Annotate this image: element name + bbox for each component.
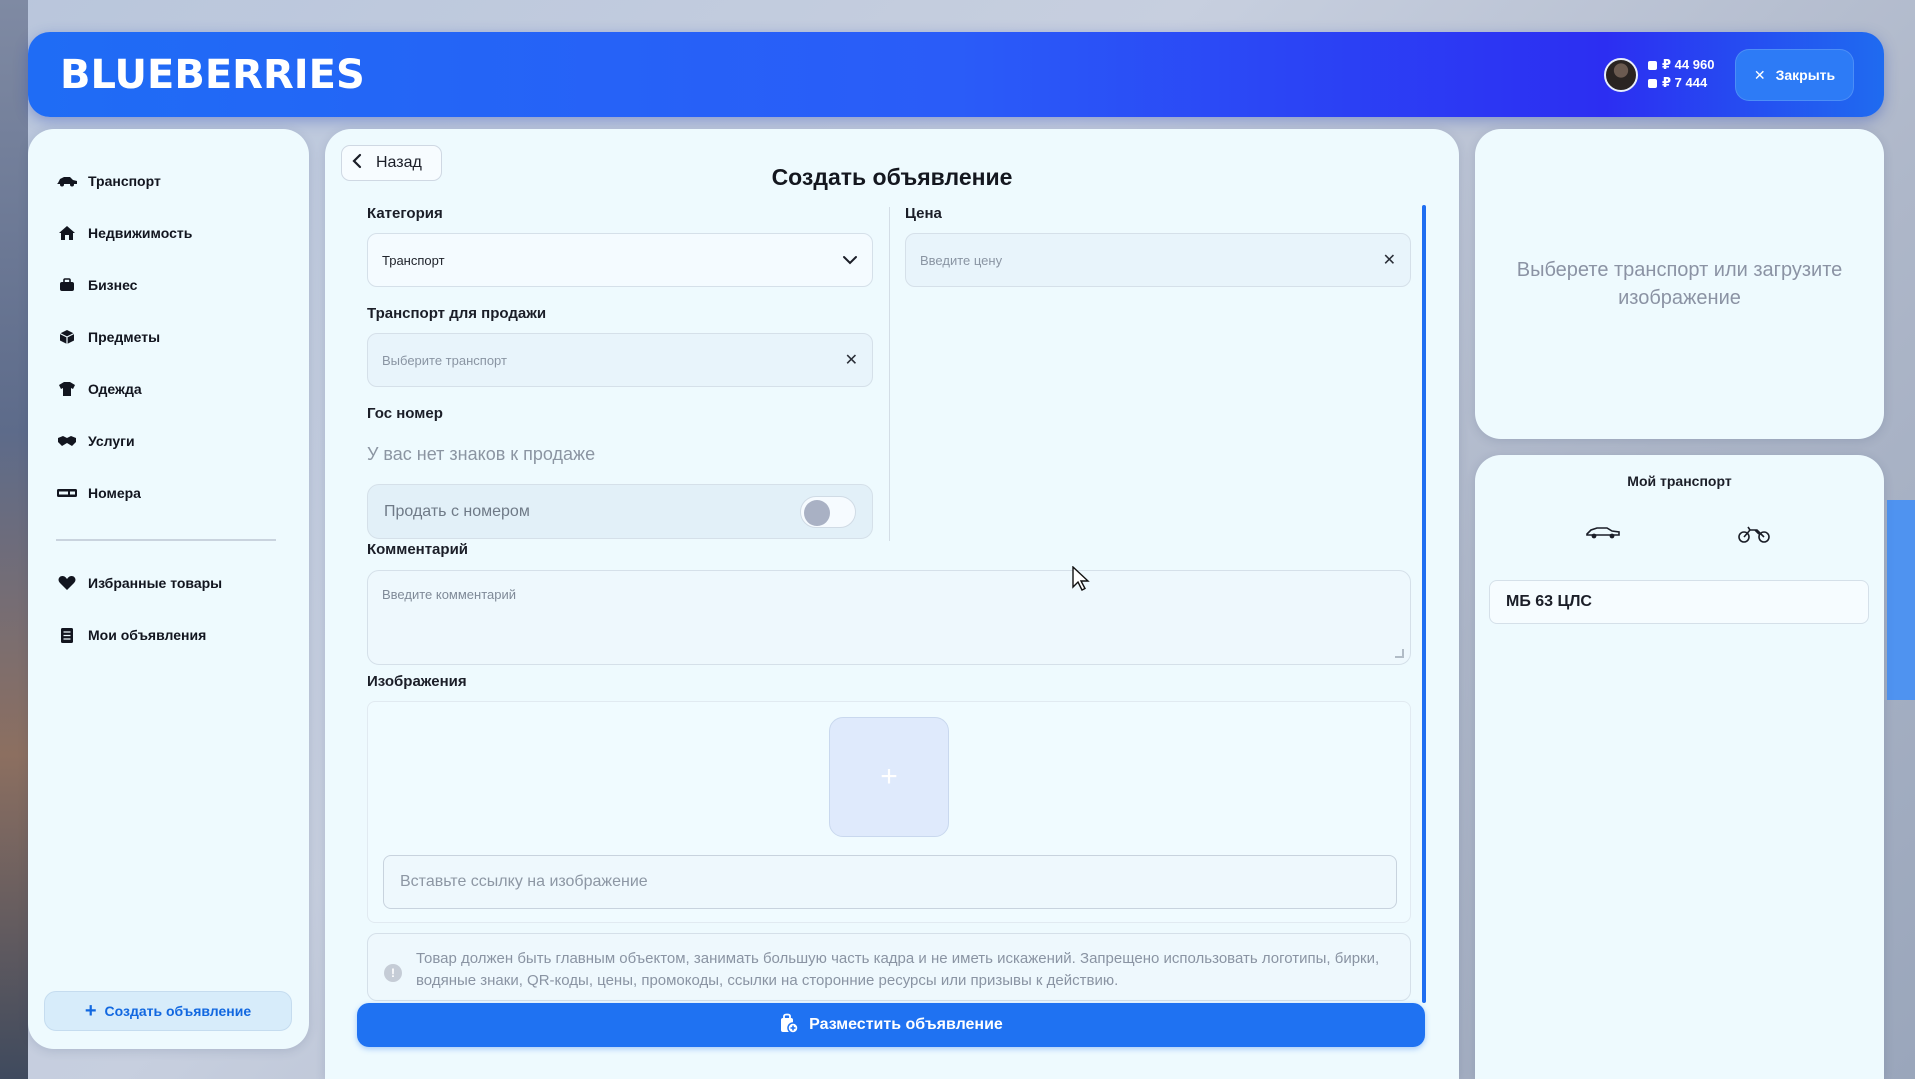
car-icon[interactable]: [1585, 525, 1621, 544]
close-icon: ✕: [1753, 66, 1766, 83]
notice-text: Товар должен быть главным объектом, зани…: [416, 950, 1380, 989]
balance-primary-row: ₽ 44 960: [1648, 56, 1714, 74]
clear-icon[interactable]: ✕: [1383, 250, 1396, 270]
my-vehicles-title: Мой транспорт: [1627, 473, 1732, 489]
images-label: Изображения: [367, 673, 467, 690]
image-url-input[interactable]: Вставьте ссылку на изображение: [383, 855, 1397, 909]
sidebar-item-label: Избранные товары: [88, 575, 223, 591]
image-rules-notice: ! Товар должен быть главным объектом, за…: [367, 933, 1411, 1001]
plus-icon: +: [880, 760, 898, 793]
mouse-cursor-icon: [1072, 565, 1090, 597]
list-icon: [56, 626, 78, 644]
images-area: + Вставьте ссылку на изображение: [367, 701, 1411, 923]
sell-with-plate-toggle[interactable]: [800, 495, 856, 528]
comment-label: Комментарий: [367, 541, 469, 558]
sidebar-item-label: Номера: [88, 485, 141, 501]
info-icon: !: [384, 964, 402, 982]
toggle-knob: [804, 499, 830, 526]
vehicle-label: Транспорт для продажи: [367, 305, 547, 322]
image-preview: Выберете транспорт или загрузите изображ…: [1475, 129, 1884, 439]
heart-icon: [56, 574, 78, 592]
handshake-icon: [56, 432, 78, 450]
car-icon: [56, 172, 78, 190]
motorcycle-icon[interactable]: [1737, 525, 1771, 548]
clear-icon[interactable]: ✕: [845, 350, 858, 370]
sidebar-item-label: Транспорт: [88, 173, 161, 189]
sidebar-item-label: Мои объявления: [88, 627, 207, 643]
sidebar-item-business[interactable]: Бизнес: [56, 259, 286, 311]
resize-handle-icon[interactable]: [1395, 649, 1404, 658]
category-select[interactable]: Транспорт: [367, 233, 873, 287]
sidebar-item-items[interactable]: Предметы: [56, 311, 286, 363]
sidebar-item-favorites[interactable]: Избранные товары: [56, 557, 286, 609]
vehicle-plate: МБ 63 ЦЛС: [1506, 593, 1592, 610]
sidebar-item-my-ads[interactable]: Мои объявления: [56, 609, 286, 661]
price-placeholder: Введите цену: [920, 252, 1003, 268]
category-value: Транспорт: [382, 252, 445, 268]
comment-placeholder: Введите комментарий: [382, 587, 517, 602]
sidebar-item-label: Недвижимость: [88, 225, 193, 241]
create-listing-button[interactable]: + Создать объявление: [44, 991, 292, 1031]
sidebar-item-transport[interactable]: Транспорт: [56, 155, 286, 207]
plate-label: Гос номер: [367, 405, 443, 422]
page-title: Создать объявление: [771, 164, 1013, 190]
sidebar-item-plates[interactable]: Номера: [56, 467, 286, 519]
top-header: BLUEBERRIES ₽ 44 960 ₽ 7 444 ✕ Закрыть: [28, 32, 1884, 117]
box-icon: [56, 328, 78, 346]
sidebar: Транспорт Недвижимость Бизнес Предметы О…: [28, 129, 309, 1049]
add-image-button[interactable]: +: [829, 717, 949, 837]
no-plates-text: У вас нет знаков к продаже: [367, 444, 596, 464]
preview-placeholder: Выберете транспорт или загрузите изображ…: [1516, 259, 1843, 309]
column-divider: [889, 207, 890, 541]
briefcase-icon: [56, 276, 78, 294]
background-right-strip: [1887, 500, 1915, 700]
background-left-strip: [0, 0, 28, 1079]
plus-icon: +: [84, 1000, 97, 1022]
create-listing-form: Назад Создать объявление Категория Транс…: [325, 129, 1459, 1079]
close-button-label: Закрыть: [1775, 67, 1836, 83]
submit-listing-button[interactable]: Разместить объявление: [357, 1003, 1425, 1047]
sidebar-nav: Транспорт Недвижимость Бизнес Предметы О…: [56, 155, 286, 661]
balance-primary: ₽ 44 960: [1662, 57, 1715, 72]
bag-plus-icon: [779, 1012, 799, 1039]
sidebar-item-label: Услуги: [88, 433, 135, 449]
vehicle-list-item[interactable]: МБ 63 ЦЛС: [1489, 580, 1869, 624]
avatar[interactable]: [1604, 58, 1638, 92]
sidebar-item-clothes[interactable]: Одежда: [56, 363, 286, 415]
card-icon: [1648, 78, 1657, 88]
scrollbar[interactable]: [1422, 205, 1426, 1003]
balance-secondary-row: ₽ 7 444: [1648, 74, 1714, 92]
sidebar-item-label: Бизнес: [88, 277, 138, 293]
chevron-down-icon: [842, 253, 858, 268]
price-label: Цена: [905, 205, 942, 222]
close-button[interactable]: ✕ Закрыть: [1735, 49, 1854, 101]
price-input[interactable]: Введите цену ✕: [905, 233, 1411, 287]
sidebar-item-label: Одежда: [88, 381, 142, 397]
sidebar-divider: [56, 539, 276, 541]
vehicle-placeholder: Выберите транспорт: [382, 352, 507, 368]
house-icon: [56, 224, 78, 242]
sell-with-plate-row: Продать с номером: [367, 484, 873, 539]
submit-listing-label: Разместить объявление: [809, 1016, 1003, 1033]
plate-icon: [56, 484, 78, 502]
vehicle-select[interactable]: Выберите транспорт ✕: [367, 333, 873, 387]
brand-logo: BLUEBERRIES: [60, 52, 365, 98]
sell-with-plate-label: Продать с номером: [384, 502, 530, 520]
create-listing-label: Создать объявление: [104, 1003, 252, 1019]
balance-display: ₽ 44 960 ₽ 7 444: [1648, 56, 1714, 92]
sidebar-item-services[interactable]: Услуги: [56, 415, 286, 467]
my-vehicles-panel: Мой транспорт МБ 63 ЦЛС: [1475, 455, 1884, 1079]
category-label: Категория: [367, 205, 443, 222]
comment-input[interactable]: Введите комментарий: [367, 570, 1411, 665]
image-url-placeholder: Вставьте ссылку на изображение: [400, 873, 648, 890]
balance-secondary: ₽ 7 444: [1662, 75, 1708, 90]
shirt-icon: [56, 380, 78, 398]
sidebar-item-label: Предметы: [88, 329, 161, 345]
wallet-icon: [1648, 60, 1657, 70]
sidebar-item-realty[interactable]: Недвижимость: [56, 207, 286, 259]
